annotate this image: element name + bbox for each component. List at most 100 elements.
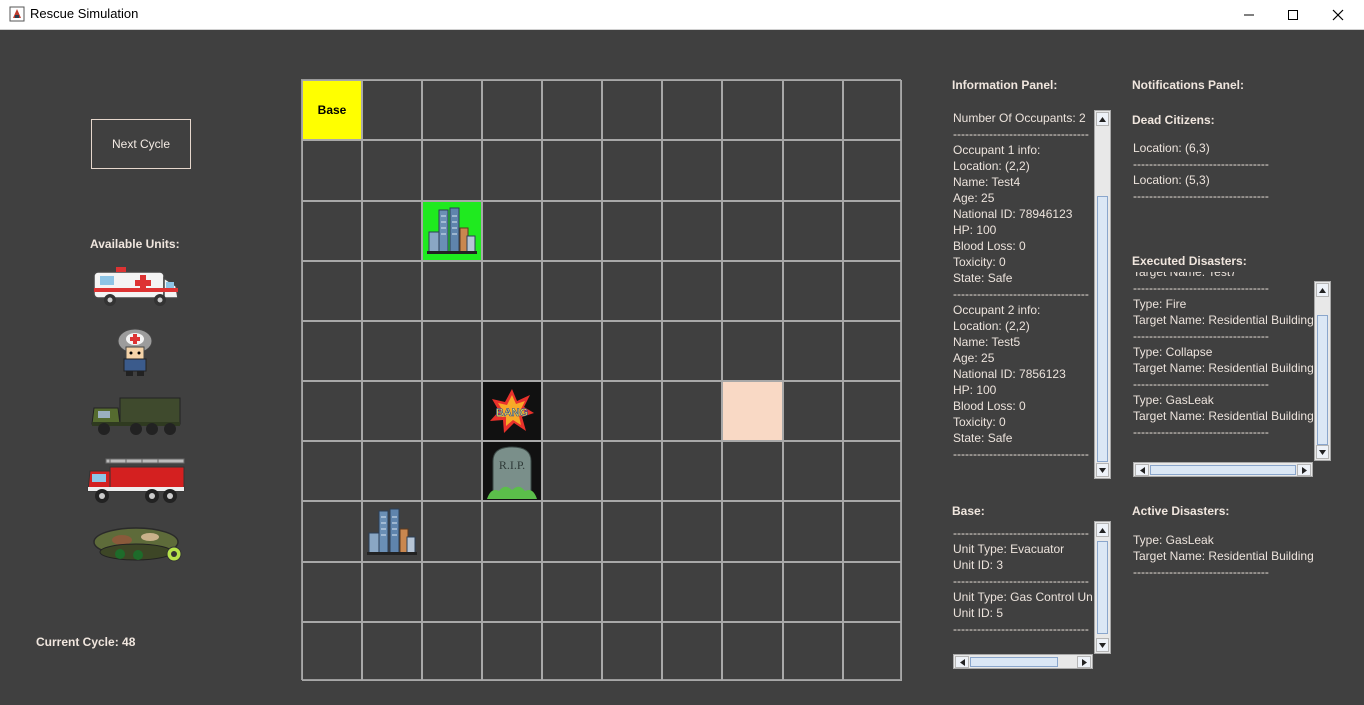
grid-cell[interactable] <box>783 622 843 681</box>
building-cell[interactable] <box>362 501 422 562</box>
grid-cell[interactable] <box>422 501 482 562</box>
grid-cell[interactable] <box>542 501 602 562</box>
grid-cell[interactable] <box>482 321 542 381</box>
gas-control-unit-icon[interactable] <box>92 522 184 573</box>
grid-cell[interactable] <box>722 501 783 562</box>
grid-cell[interactable] <box>482 562 542 622</box>
grid-cell[interactable] <box>362 441 422 501</box>
scroll-up-arrow-icon[interactable] <box>1096 112 1109 126</box>
grid-cell[interactable] <box>722 201 783 261</box>
scroll-thumb[interactable] <box>1097 196 1108 462</box>
grid-cell[interactable] <box>722 80 783 140</box>
grid-cell[interactable] <box>422 261 482 321</box>
selected-building-cell[interactable] <box>422 201 482 261</box>
fire-truck-unit-icon[interactable] <box>86 457 186 510</box>
dead-citizen-cell[interactable]: R.I.P. <box>482 441 542 501</box>
paramedic-unit-icon[interactable] <box>109 325 161 382</box>
grid-cell[interactable] <box>302 140 362 201</box>
grid-cell[interactable] <box>602 562 662 622</box>
close-button[interactable] <box>1315 0 1361 29</box>
grid-cell[interactable] <box>542 261 602 321</box>
executed-disasters-horizontal-scrollbar[interactable] <box>1133 462 1313 477</box>
grid-cell[interactable] <box>783 261 843 321</box>
grid-cell[interactable] <box>362 381 422 441</box>
grid-cell[interactable] <box>783 321 843 381</box>
grid-cell[interactable] <box>783 381 843 441</box>
grid-cell[interactable] <box>722 622 783 681</box>
scroll-down-arrow-icon[interactable] <box>1096 463 1109 477</box>
scroll-thumb[interactable] <box>970 657 1058 667</box>
grid-cell[interactable] <box>302 562 362 622</box>
base-cell[interactable]: Base <box>302 80 362 140</box>
grid-cell[interactable] <box>843 140 902 201</box>
ambulance-unit-icon[interactable] <box>90 264 182 315</box>
grid-cell[interactable] <box>422 140 482 201</box>
grid-cell[interactable] <box>482 622 542 681</box>
grid-cell[interactable] <box>602 501 662 562</box>
grid-cell[interactable] <box>843 201 902 261</box>
grid-cell[interactable] <box>783 441 843 501</box>
grid-cell[interactable] <box>542 562 602 622</box>
grid-cell[interactable] <box>542 622 602 681</box>
scroll-right-arrow-icon[interactable] <box>1077 656 1091 668</box>
grid-cell[interactable] <box>362 321 422 381</box>
grid-cell[interactable] <box>302 381 362 441</box>
grid-cell[interactable] <box>843 80 902 140</box>
scroll-left-arrow-icon[interactable] <box>1135 464 1149 476</box>
grid-cell[interactable] <box>422 622 482 681</box>
grid-cell[interactable] <box>722 441 783 501</box>
scroll-right-arrow-icon[interactable] <box>1297 464 1311 476</box>
grid-cell[interactable] <box>602 622 662 681</box>
maximize-button[interactable] <box>1270 0 1316 29</box>
scroll-up-arrow-icon[interactable] <box>1316 283 1329 297</box>
grid-cell[interactable] <box>662 381 722 441</box>
grid-cell[interactable] <box>722 261 783 321</box>
grid-cell[interactable] <box>783 562 843 622</box>
grid-cell[interactable] <box>362 562 422 622</box>
grid-cell[interactable] <box>843 562 902 622</box>
grid-cell[interactable] <box>302 321 362 381</box>
grid-cell[interactable] <box>783 201 843 261</box>
grid-cell[interactable] <box>843 622 902 681</box>
grid-cell[interactable] <box>843 381 902 441</box>
grid-cell[interactable] <box>362 201 422 261</box>
army-truck-unit-icon[interactable] <box>90 394 182 443</box>
grid-cell[interactable] <box>422 80 482 140</box>
grid-cell[interactable] <box>362 140 422 201</box>
base-panel-horizontal-scrollbar[interactable] <box>953 654 1093 669</box>
grid-cell[interactable] <box>542 321 602 381</box>
grid-cell[interactable] <box>542 201 602 261</box>
grid-cell[interactable] <box>422 441 482 501</box>
scroll-thumb[interactable] <box>1317 315 1328 445</box>
grid-cell[interactable] <box>843 441 902 501</box>
grid-cell[interactable] <box>662 261 722 321</box>
scroll-thumb[interactable] <box>1097 541 1108 634</box>
scroll-down-arrow-icon[interactable] <box>1316 445 1329 459</box>
scroll-down-arrow-icon[interactable] <box>1096 638 1109 652</box>
minimize-button[interactable] <box>1226 0 1272 29</box>
grid-cell[interactable] <box>662 140 722 201</box>
grid-cell[interactable] <box>482 261 542 321</box>
grid-cell[interactable] <box>722 140 783 201</box>
scroll-left-arrow-icon[interactable] <box>955 656 969 668</box>
grid-cell[interactable] <box>843 501 902 562</box>
grid-cell[interactable] <box>602 201 662 261</box>
disaster-cell[interactable]: BANG <box>482 381 542 441</box>
scroll-up-arrow-icon[interactable] <box>1096 523 1109 537</box>
grid-cell[interactable] <box>542 381 602 441</box>
grid-cell[interactable] <box>662 622 722 681</box>
grid-cell[interactable] <box>542 140 602 201</box>
grid-cell[interactable] <box>422 381 482 441</box>
grid-cell[interactable] <box>362 622 422 681</box>
grid-cell[interactable] <box>302 441 362 501</box>
base-panel-scrollbar[interactable] <box>1094 521 1111 654</box>
grid-cell[interactable] <box>302 622 362 681</box>
grid-cell[interactable] <box>422 562 482 622</box>
grid-cell[interactable] <box>602 140 662 201</box>
grid-cell[interactable] <box>662 441 722 501</box>
grid-cell[interactable] <box>783 140 843 201</box>
grid-cell[interactable] <box>542 441 602 501</box>
grid-cell[interactable] <box>662 321 722 381</box>
grid-cell[interactable] <box>843 261 902 321</box>
grid-cell[interactable] <box>602 441 662 501</box>
